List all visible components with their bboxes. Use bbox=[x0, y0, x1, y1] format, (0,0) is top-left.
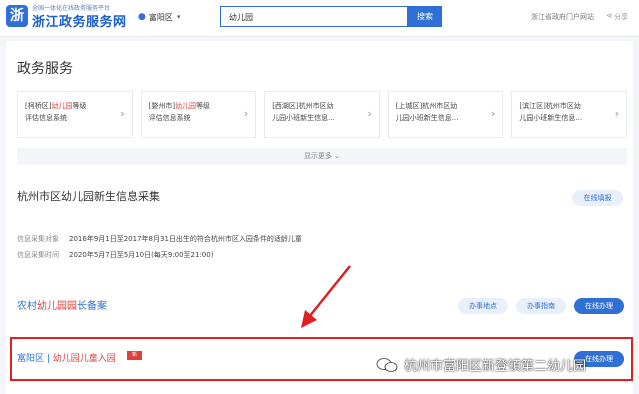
title-highlight: 幼儿园儿童入园 bbox=[52, 354, 116, 364]
title-text: 富阳区 | bbox=[17, 354, 53, 364]
chevron-right-icon: › bbox=[367, 107, 372, 120]
chevron-right-icon: › bbox=[490, 107, 496, 120]
share-label[interactable]: 分享 bbox=[614, 12, 628, 22]
wechat-icon bbox=[376, 357, 398, 372]
service-card[interactable]: [柯桥区]幼儿园等级 评估信息系统 › bbox=[17, 91, 133, 138]
show-more-button[interactable]: 显示更多 ⌄ bbox=[17, 148, 627, 165]
chevron-right-icon: › bbox=[614, 107, 619, 120]
card-text: [上城区]杭州市区幼 bbox=[395, 102, 458, 110]
card-text: [西湖区]杭州市区幼 bbox=[272, 102, 334, 110]
guide-button[interactable]: 办事指南 bbox=[516, 298, 566, 314]
item-title[interactable]: 杭州市区幼儿园新生信息采集 bbox=[17, 188, 160, 204]
logo-icon[interactable]: 浙 bbox=[6, 5, 28, 27]
share-icon[interactable]: ⋖ bbox=[606, 11, 613, 20]
card-text: 儿园小班新生信息... bbox=[395, 114, 459, 122]
online-fill-button[interactable]: 在线填报 bbox=[572, 190, 623, 206]
annotation-arrow bbox=[301, 265, 351, 328]
card-text: 评估信息系统 bbox=[25, 114, 67, 122]
location-pin-icon: ● bbox=[138, 12, 146, 22]
title-text: 长备案 bbox=[77, 301, 107, 312]
title-text: 农村 bbox=[17, 301, 37, 312]
region-label: 富阳区 bbox=[148, 12, 173, 22]
info-row: 信息采集对象 2016年9月1日至2017年8月31日出生的符合杭州市区入园条件的… bbox=[17, 234, 302, 244]
top-bar: 浙 全国一体化在线政务服务平台 浙江政务服务网 ● 富阳区 ▾ 幼儿园 搜索 浙… bbox=[0, 0, 639, 37]
service-card[interactable]: [西湖区]杭州市区幼 儿园小班新生信息... › bbox=[264, 91, 380, 138]
logo-title[interactable]: 浙江政务服务网 bbox=[32, 11, 127, 30]
chevron-down-icon: ⌄ bbox=[334, 152, 341, 160]
service-card[interactable]: [滨江区]杭州市区幼 儿园小班新生信息... › bbox=[511, 91, 627, 138]
search-button[interactable]: 搜索 bbox=[408, 6, 442, 27]
card-text: 儿园小班新生信息... bbox=[272, 114, 335, 122]
service-card[interactable]: [婺州市]幼儿园等级 评估信息系统 › bbox=[140, 91, 257, 138]
watermark: 杭州市富阳区新登镇第二幼儿园 bbox=[376, 355, 586, 374]
item-title[interactable]: 富阳区 | 幼儿园儿童入园 bbox=[17, 351, 116, 364]
title-highlight: 幼儿园园 bbox=[37, 301, 77, 312]
info-value: 2016年9月1日至2017年8月31日出生的符合杭州市区入园条件的适龄儿童 bbox=[69, 235, 302, 243]
chevron-right-icon: › bbox=[120, 107, 125, 120]
card-highlight: 幼儿园 bbox=[175, 102, 197, 110]
service-card[interactable]: [上城区]杭州市区幼 儿园小班新生信息... › bbox=[387, 91, 504, 138]
watermark-text: 杭州市富阳区新登镇第二幼儿园 bbox=[404, 359, 587, 374]
section-title: 政务服务 bbox=[17, 61, 73, 77]
info-label: 信息采集对象 bbox=[17, 235, 59, 243]
card-text: [婺州市] bbox=[148, 102, 176, 110]
card-text: [滨江区]杭州市区幼 bbox=[519, 102, 581, 110]
search-input[interactable]: 幼儿园 bbox=[220, 6, 408, 27]
info-label: 信息采集时间 bbox=[17, 251, 59, 259]
card-text: [柯桥区] bbox=[25, 102, 52, 110]
chevron-down-icon: ▾ bbox=[176, 13, 181, 21]
info-row: 信息采集时间 2020年5月7日至5月10日(每天9:00至21:00) bbox=[17, 250, 213, 260]
chevron-right-icon: › bbox=[243, 107, 249, 120]
card-highlight: 幼儿园 bbox=[51, 102, 73, 110]
card-text: 等级 bbox=[72, 102, 87, 110]
service-cards: [柯桥区]幼儿园等级 评估信息系统 › [婺州市]幼儿园等级 评估信息系统 › … bbox=[17, 91, 627, 138]
location-button[interactable]: 办事地点 bbox=[458, 298, 508, 314]
online-handle-button[interactable]: 在线办理 bbox=[574, 298, 624, 314]
portal-link[interactable]: 浙江省政府门户网站 bbox=[531, 12, 594, 22]
show-more-label: 显示更多 bbox=[303, 152, 332, 160]
info-value: 2020年5月7日至5月10日(每天9:00至21:00) bbox=[69, 251, 214, 259]
item-title[interactable]: 农村幼儿园园长备案 bbox=[17, 297, 107, 312]
card-text: 评估信息系统 bbox=[148, 114, 191, 122]
card-text: 等级 bbox=[196, 102, 211, 110]
region-selector[interactable]: ● 富阳区 ▾ bbox=[134, 8, 184, 26]
new-badge: 新 bbox=[127, 351, 142, 360]
card-text: 儿园小班新生信息... bbox=[519, 114, 583, 122]
